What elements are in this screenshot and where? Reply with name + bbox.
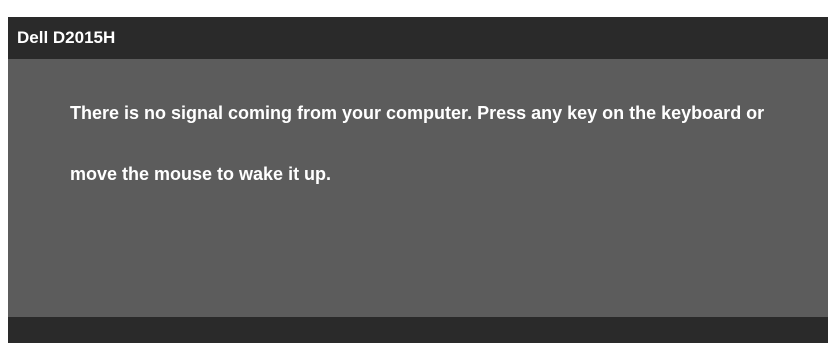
dialog-footer	[8, 317, 828, 343]
dialog-body: There is no signal coming from your comp…	[8, 59, 828, 317]
no-signal-message: There is no signal coming from your comp…	[70, 103, 765, 184]
no-signal-dialog: Dell D2015H There is no signal coming fr…	[8, 17, 828, 343]
dialog-header: Dell D2015H	[8, 17, 828, 59]
monitor-model-title: Dell D2015H	[17, 28, 116, 47]
